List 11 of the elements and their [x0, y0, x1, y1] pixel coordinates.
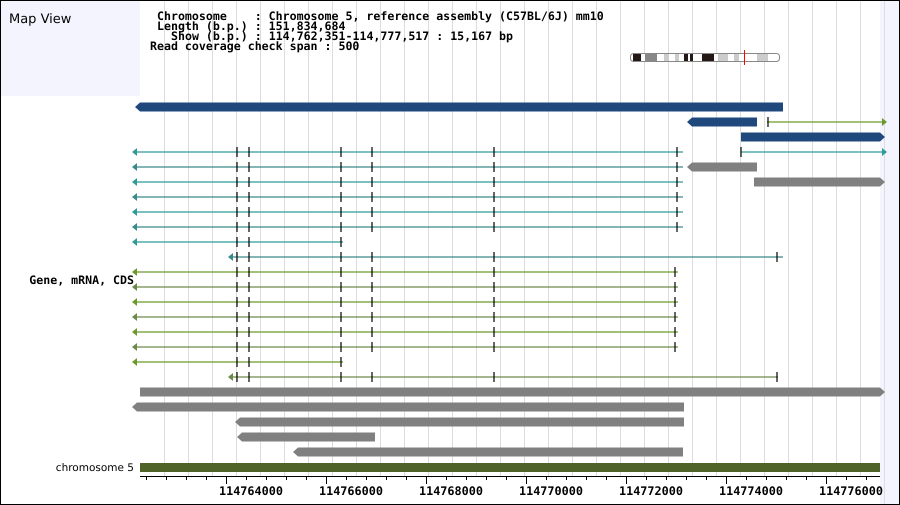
- axis-label: 114772000: [619, 484, 683, 498]
- axis-label: 114768000: [419, 484, 483, 498]
- track-label: Gene, mRNA, CDS: [29, 273, 134, 287]
- axis-label: 114776000: [819, 484, 883, 498]
- header-line: Length (b.p.) : 151,834,684: [157, 19, 346, 33]
- track-label: chromosome 5: [56, 462, 134, 474]
- panel-title: Map View: [9, 12, 72, 27]
- axis-label: 114770000: [519, 484, 583, 498]
- axis-label: 114774000: [719, 484, 783, 498]
- axis-label: 114764000: [219, 484, 283, 498]
- axis-label: 114766000: [319, 484, 383, 498]
